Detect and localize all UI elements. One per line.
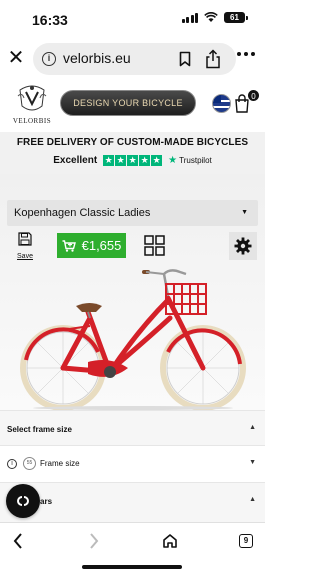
chat-icon	[17, 496, 29, 506]
tabs-count: 9	[239, 534, 253, 548]
frame-size-badge: 55	[23, 457, 36, 470]
star-icon: ★	[115, 154, 127, 166]
velorbis-logo[interactable]: VELORBIS	[10, 84, 54, 130]
model-label: Kopenhagen Classic Ladies	[14, 207, 151, 219]
frame-size-label: Frame size	[40, 459, 80, 468]
rating-stars: ★ ★ ★ ★ ★	[103, 154, 163, 166]
chevron-down-icon: ▼	[249, 459, 256, 466]
grid-view-icon[interactable]	[144, 235, 165, 256]
settings-button[interactable]	[229, 232, 257, 260]
share-icon[interactable]	[205, 49, 221, 69]
wifi-icon	[204, 12, 218, 22]
bookmark-icon[interactable]	[179, 51, 191, 67]
chat-button[interactable]	[6, 484, 40, 518]
site-info-icon[interactable]: i	[42, 52, 56, 66]
add-to-cart-button[interactable]: €1,655	[57, 233, 126, 258]
banner-title: FREE DELIVERY OF CUSTOM-MADE BICYCLES	[16, 137, 249, 148]
status-icons: 61	[181, 12, 248, 23]
status-time: 16:33	[32, 12, 68, 28]
star-icon: ★	[127, 154, 139, 166]
trustpilot-star-icon: ★	[168, 154, 178, 166]
delivery-banner: FREE DELIVERY OF CUSTOM-MADE BICYCLES Ex…	[0, 132, 265, 174]
options-panel: Select frame size ▲ i 55 Frame size ▼ ar…	[0, 410, 265, 522]
chevron-up-icon: ▲	[249, 424, 256, 431]
url-text[interactable]: velorbis.eu	[63, 50, 131, 66]
star-icon: ★	[151, 154, 163, 166]
trustpilot-logo: ★ Trustpilot	[168, 155, 212, 166]
cart-count-badge: 0	[247, 89, 260, 102]
battery-icon: 61	[224, 12, 248, 23]
save-button[interactable]: Save	[10, 232, 40, 260]
signal-icon	[181, 12, 198, 23]
star-icon: ★	[103, 154, 115, 166]
chevron-up-icon: ▲	[249, 496, 256, 503]
status-bar: 16:33 61	[0, 0, 265, 38]
chevron-right-icon	[90, 533, 99, 549]
more-menu-icon[interactable]	[237, 52, 257, 58]
close-icon[interactable]: ✕	[6, 48, 26, 68]
home-icon	[163, 534, 177, 548]
home-indicator	[82, 565, 182, 569]
tabs-button[interactable]: 9	[234, 529, 258, 553]
gear-icon	[234, 237, 252, 255]
frame-size-section-header[interactable]: Select frame size ▲	[0, 410, 265, 446]
eu-flag-icon[interactable]	[212, 94, 231, 113]
design-your-bicycle-button[interactable]: DESIGN YOUR BICYCLE	[60, 90, 196, 116]
bicycle-image	[20, 269, 246, 410]
site-header: VELORBIS DESIGN YOUR BICYCLE 0	[0, 80, 265, 132]
crest-icon	[17, 85, 47, 111]
cart-add-icon	[62, 239, 76, 252]
frame-size-option[interactable]: i 55 Frame size ▼	[0, 446, 265, 482]
home-button[interactable]	[158, 529, 182, 553]
star-icon: ★	[139, 154, 151, 166]
save-label: Save	[17, 253, 33, 260]
bike-configurator: Kopenhagen Classic Ladies ▼ Save €1,655	[0, 174, 265, 410]
model-select[interactable]: Kopenhagen Classic Ladies ▼	[7, 200, 258, 226]
info-icon[interactable]: i	[7, 459, 17, 469]
logo-text: VELORBIS	[12, 117, 52, 125]
chevron-left-icon	[13, 533, 22, 549]
trustpilot-rating[interactable]: Excellent ★ ★ ★ ★ ★ ★ Trustpilot	[0, 153, 265, 167]
rating-word: Excellent	[53, 154, 98, 166]
browser-url-row: ✕ i velorbis.eu	[0, 40, 265, 78]
url-bar[interactable]: i velorbis.eu	[33, 43, 236, 75]
back-button[interactable]	[6, 529, 30, 553]
trustpilot-label: Trustpilot	[179, 155, 212, 165]
dropdown-arrow-icon: ▼	[241, 209, 248, 216]
forward-button[interactable]	[82, 529, 106, 553]
price-label: €1,655	[81, 238, 122, 253]
gears-section-label: ars	[40, 497, 53, 506]
save-icon	[18, 232, 32, 246]
frame-section-label: Select frame size	[7, 425, 72, 434]
page: 16:33 61 ✕ i velorbis.eu VELORBIS DESIGN…	[0, 0, 265, 575]
